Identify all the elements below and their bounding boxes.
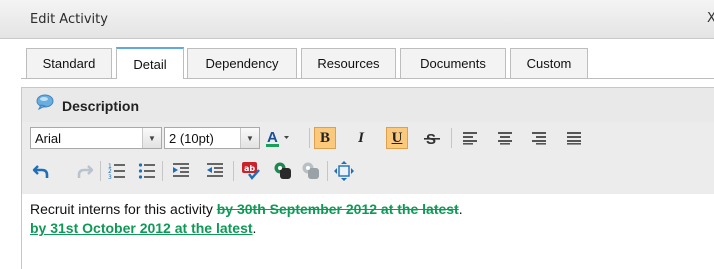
numbered-list-button[interactable]: 1 2 3 (106, 160, 128, 182)
font-color-icon: A (266, 129, 289, 147)
toolbar-separator (233, 161, 234, 181)
deleted-text: by 30th September 2012 at the latest (216, 201, 459, 217)
font-size-select[interactable]: 2 (10pt) ▼ (164, 127, 260, 149)
description-heading: Description (62, 98, 140, 114)
justify-icon (567, 132, 581, 145)
redo-button[interactable] (74, 160, 96, 182)
chevron-down-icon: ▼ (240, 128, 259, 148)
toolbar-separator (327, 161, 328, 181)
indent-icon (173, 163, 189, 177)
insert-link-button[interactable] (272, 160, 294, 182)
bold-button[interactable]: B (314, 127, 336, 149)
close-icon[interactable]: X (707, 11, 714, 26)
font-size-value: 2 (10pt) (169, 131, 214, 146)
outdent-button[interactable] (204, 160, 226, 182)
svg-text:3: 3 (108, 174, 112, 180)
toolbar-separator (309, 128, 310, 148)
align-left-button[interactable] (459, 127, 481, 149)
font-family-value: Arial (35, 131, 62, 146)
spellcheck-button[interactable]: ab (240, 160, 262, 182)
description-editor[interactable]: Recruit interns for this activity by 30t… (30, 200, 714, 238)
remove-link-button[interactable] (300, 160, 322, 182)
justify-button[interactable] (563, 127, 585, 149)
tab-custom[interactable]: Custom (510, 48, 588, 78)
align-right-icon (532, 132, 546, 145)
redo-icon (77, 165, 94, 178)
dialog-title: Edit Activity (30, 12, 108, 27)
undo-button[interactable] (30, 160, 52, 182)
description-period: . (252, 220, 257, 236)
fullscreen-button[interactable] (333, 160, 355, 182)
speech-bubble-icon (36, 94, 54, 110)
link-icon (274, 162, 291, 179)
svg-text:A: A (267, 129, 278, 146)
bulleted-list-icon (138, 163, 155, 179)
font-family-select[interactable]: Arial ▼ (30, 127, 162, 149)
bulleted-list-button[interactable] (136, 160, 158, 182)
chevron-down-icon: ▼ (142, 128, 161, 148)
tab-dependency[interactable]: Dependency (187, 48, 297, 78)
align-right-button[interactable] (528, 127, 550, 149)
strikethrough-icon: S (424, 131, 440, 147)
italic-button[interactable]: I (350, 127, 372, 149)
description-header: Description (22, 88, 714, 122)
tab-standard[interactable]: Standard (26, 48, 112, 78)
spellcheck-icon: ab (242, 162, 260, 180)
dialog-title-bar: Edit Activity X (0, 0, 714, 39)
tab-detail[interactable]: Detail (116, 47, 184, 79)
description-text: Recruit interns for this activity (30, 201, 217, 217)
align-center-icon (498, 132, 512, 145)
strikethrough-button[interactable]: S (421, 127, 443, 149)
underline-button[interactable]: U (386, 127, 408, 149)
inserted-text: by 31st October 2012 at the latest (30, 220, 253, 236)
toolbar-separator (162, 161, 163, 181)
font-color-button[interactable]: A (263, 127, 293, 149)
tab-resources[interactable]: Resources (301, 48, 396, 78)
undo-icon (32, 165, 49, 178)
indent-button[interactable] (170, 160, 192, 182)
align-left-icon (463, 132, 477, 145)
fullscreen-icon (334, 161, 354, 181)
align-center-button[interactable] (494, 127, 516, 149)
description-period: . (458, 201, 463, 217)
numbered-list-icon: 1 2 3 (108, 163, 125, 180)
toolbar-separator (100, 161, 101, 181)
unlink-icon (302, 162, 319, 179)
svg-text:ab: ab (244, 164, 255, 173)
tab-documents[interactable]: Documents (400, 48, 506, 78)
outdent-icon (207, 163, 223, 177)
toolbar-separator (451, 128, 452, 148)
